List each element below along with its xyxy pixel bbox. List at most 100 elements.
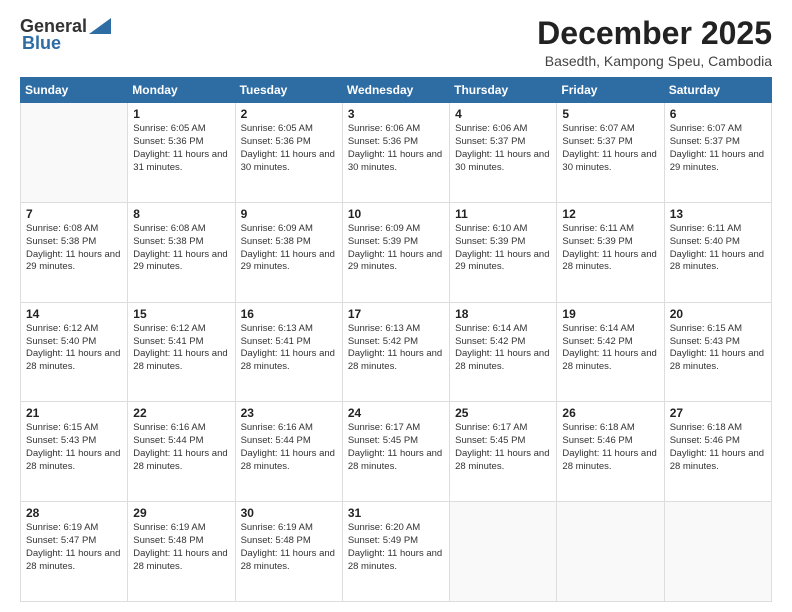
day-number: 13 [670,207,766,221]
calendar-cell: 11 Sunrise: 6:10 AMSunset: 5:39 PMDayligh… [450,202,557,302]
calendar-cell: 10 Sunrise: 6:09 AMSunset: 5:39 PMDayligh… [342,202,449,302]
day-header-monday: Monday [128,78,235,103]
day-number: 7 [26,207,122,221]
day-number: 9 [241,207,337,221]
calendar-cell: 30 Sunrise: 6:19 AMSunset: 5:48 PMDayligh… [235,502,342,602]
calendar-week-row: 7 Sunrise: 6:08 AMSunset: 5:38 PMDaylight… [21,202,772,302]
day-number: 8 [133,207,229,221]
day-details: Sunrise: 6:16 AMSunset: 5:44 PMDaylight:… [133,422,229,473]
day-details: Sunrise: 6:05 AMSunset: 5:36 PMDaylight:… [133,123,229,174]
day-details: Sunrise: 6:11 AMSunset: 5:40 PMDaylight:… [670,223,766,274]
day-header-friday: Friday [557,78,664,103]
day-details: Sunrise: 6:20 AMSunset: 5:49 PMDaylight:… [348,522,444,573]
day-details: Sunrise: 6:12 AMSunset: 5:41 PMDaylight:… [133,323,229,374]
day-details: Sunrise: 6:09 AMSunset: 5:39 PMDaylight:… [348,223,444,274]
day-number: 6 [670,107,766,121]
day-number: 1 [133,107,229,121]
day-number: 24 [348,406,444,420]
calendar-cell: 17Sunrise: 6:13 AMSunset: 5:42 PMDayligh… [342,302,449,402]
calendar-cell: 19 Sunrise: 6:14 AMSunset: 5:42 PMDayligh… [557,302,664,402]
day-details: Sunrise: 6:07 AMSunset: 5:37 PMDaylight:… [562,123,658,174]
day-number: 22 [133,406,229,420]
day-number: 28 [26,506,122,520]
calendar-cell: 26 Sunrise: 6:18 AMSunset: 5:46 PMDayligh… [557,402,664,502]
day-number: 3 [348,107,444,121]
calendar-cell [21,103,128,203]
day-number: 21 [26,406,122,420]
day-details: Sunrise: 6:16 AMSunset: 5:44 PMDaylight:… [241,422,337,473]
day-details: Sunrise: 6:19 AMSunset: 5:48 PMDaylight:… [241,522,337,573]
calendar-cell: 9 Sunrise: 6:09 AMSunset: 5:38 PMDaylight… [235,202,342,302]
calendar-cell: 23 Sunrise: 6:16 AMSunset: 5:44 PMDayligh… [235,402,342,502]
day-header-thursday: Thursday [450,78,557,103]
calendar-cell: 21 Sunrise: 6:15 AMSunset: 5:43 PMDayligh… [21,402,128,502]
day-details: Sunrise: 6:13 AMSunset: 5:41 PMDaylight:… [241,323,337,374]
calendar-week-row: 1 Sunrise: 6:05 AMSunset: 5:36 PMDaylight… [21,103,772,203]
day-number: 18 [455,307,551,321]
day-details: Sunrise: 6:06 AMSunset: 5:37 PMDaylight:… [455,123,551,174]
calendar-table: SundayMondayTuesdayWednesdayThursdayFrid… [20,77,772,602]
day-number: 31 [348,506,444,520]
day-details: Sunrise: 6:18 AMSunset: 5:46 PMDaylight:… [562,422,658,473]
day-number: 16 [241,307,337,321]
calendar-cell: 22 Sunrise: 6:16 AMSunset: 5:44 PMDayligh… [128,402,235,502]
calendar-cell: 4 Sunrise: 6:06 AMSunset: 5:37 PMDaylight… [450,103,557,203]
day-details: Sunrise: 6:07 AMSunset: 5:37 PMDaylight:… [670,123,766,174]
day-header-saturday: Saturday [664,78,771,103]
day-number: 26 [562,406,658,420]
calendar-header-row: SundayMondayTuesdayWednesdayThursdayFrid… [21,78,772,103]
day-details: Sunrise: 6:19 AMSunset: 5:48 PMDaylight:… [133,522,229,573]
calendar-week-row: 28 Sunrise: 6:19 AMSunset: 5:47 PMDayligh… [21,502,772,602]
day-details: Sunrise: 6:15 AMSunset: 5:43 PMDaylight:… [26,422,122,473]
day-number: 29 [133,506,229,520]
calendar-cell: 18Sunrise: 6:14 AMSunset: 5:42 PMDayligh… [450,302,557,402]
calendar-cell: 13 Sunrise: 6:11 AMSunset: 5:40 PMDayligh… [664,202,771,302]
calendar-cell [664,502,771,602]
location: Basedth, Kampong Speu, Cambodia [537,53,772,69]
day-details: Sunrise: 6:09 AMSunset: 5:38 PMDaylight:… [241,223,337,274]
calendar-cell: 1 Sunrise: 6:05 AMSunset: 5:36 PMDaylight… [128,103,235,203]
day-details: Sunrise: 6:11 AMSunset: 5:39 PMDaylight:… [562,223,658,274]
calendar-week-row: 21 Sunrise: 6:15 AMSunset: 5:43 PMDayligh… [21,402,772,502]
day-number: 12 [562,207,658,221]
day-number: 4 [455,107,551,121]
header: General Blue December 2025 Basedth, Kamp… [20,16,772,69]
day-header-wednesday: Wednesday [342,78,449,103]
calendar-cell: 31 Sunrise: 6:20 AMSunset: 5:49 PMDayligh… [342,502,449,602]
day-number: 20 [670,307,766,321]
day-number: 11 [455,207,551,221]
day-number: 19 [562,307,658,321]
day-number: 5 [562,107,658,121]
day-number: 17 [348,307,444,321]
day-details: Sunrise: 6:12 AMSunset: 5:40 PMDaylight:… [26,323,122,374]
calendar-cell: 25Sunrise: 6:17 AMSunset: 5:45 PMDayligh… [450,402,557,502]
day-details: Sunrise: 6:18 AMSunset: 5:46 PMDaylight:… [670,422,766,473]
day-number: 2 [241,107,337,121]
calendar-cell: 24Sunrise: 6:17 AMSunset: 5:45 PMDayligh… [342,402,449,502]
calendar-cell: 5 Sunrise: 6:07 AMSunset: 5:37 PMDaylight… [557,103,664,203]
day-number: 10 [348,207,444,221]
month-title: December 2025 [537,16,772,51]
calendar-cell [557,502,664,602]
calendar-cell: 7Sunrise: 6:08 AMSunset: 5:38 PMDaylight… [21,202,128,302]
calendar-cell: 16 Sunrise: 6:13 AMSunset: 5:41 PMDayligh… [235,302,342,402]
day-number: 14 [26,307,122,321]
day-number: 30 [241,506,337,520]
day-details: Sunrise: 6:10 AMSunset: 5:39 PMDaylight:… [455,223,551,274]
day-number: 23 [241,406,337,420]
calendar-cell: 29 Sunrise: 6:19 AMSunset: 5:48 PMDayligh… [128,502,235,602]
day-details: Sunrise: 6:19 AMSunset: 5:47 PMDaylight:… [26,522,122,573]
calendar-cell: 6 Sunrise: 6:07 AMSunset: 5:37 PMDaylight… [664,103,771,203]
day-details: Sunrise: 6:08 AMSunset: 5:38 PMDaylight:… [133,223,229,274]
day-details: Sunrise: 6:15 AMSunset: 5:43 PMDaylight:… [670,323,766,374]
day-details: Sunrise: 6:14 AMSunset: 5:42 PMDaylight:… [562,323,658,374]
logo-triangle-icon [89,18,111,34]
calendar-cell: 12 Sunrise: 6:11 AMSunset: 5:39 PMDayligh… [557,202,664,302]
day-details: Sunrise: 6:05 AMSunset: 5:36 PMDaylight:… [241,123,337,174]
day-number: 25 [455,406,551,420]
calendar-cell: 14 Sunrise: 6:12 AMSunset: 5:40 PMDayligh… [21,302,128,402]
title-block: December 2025 Basedth, Kampong Speu, Cam… [537,16,772,69]
page: General Blue December 2025 Basedth, Kamp… [0,0,792,612]
logo: General Blue [20,16,111,54]
day-number: 15 [133,307,229,321]
